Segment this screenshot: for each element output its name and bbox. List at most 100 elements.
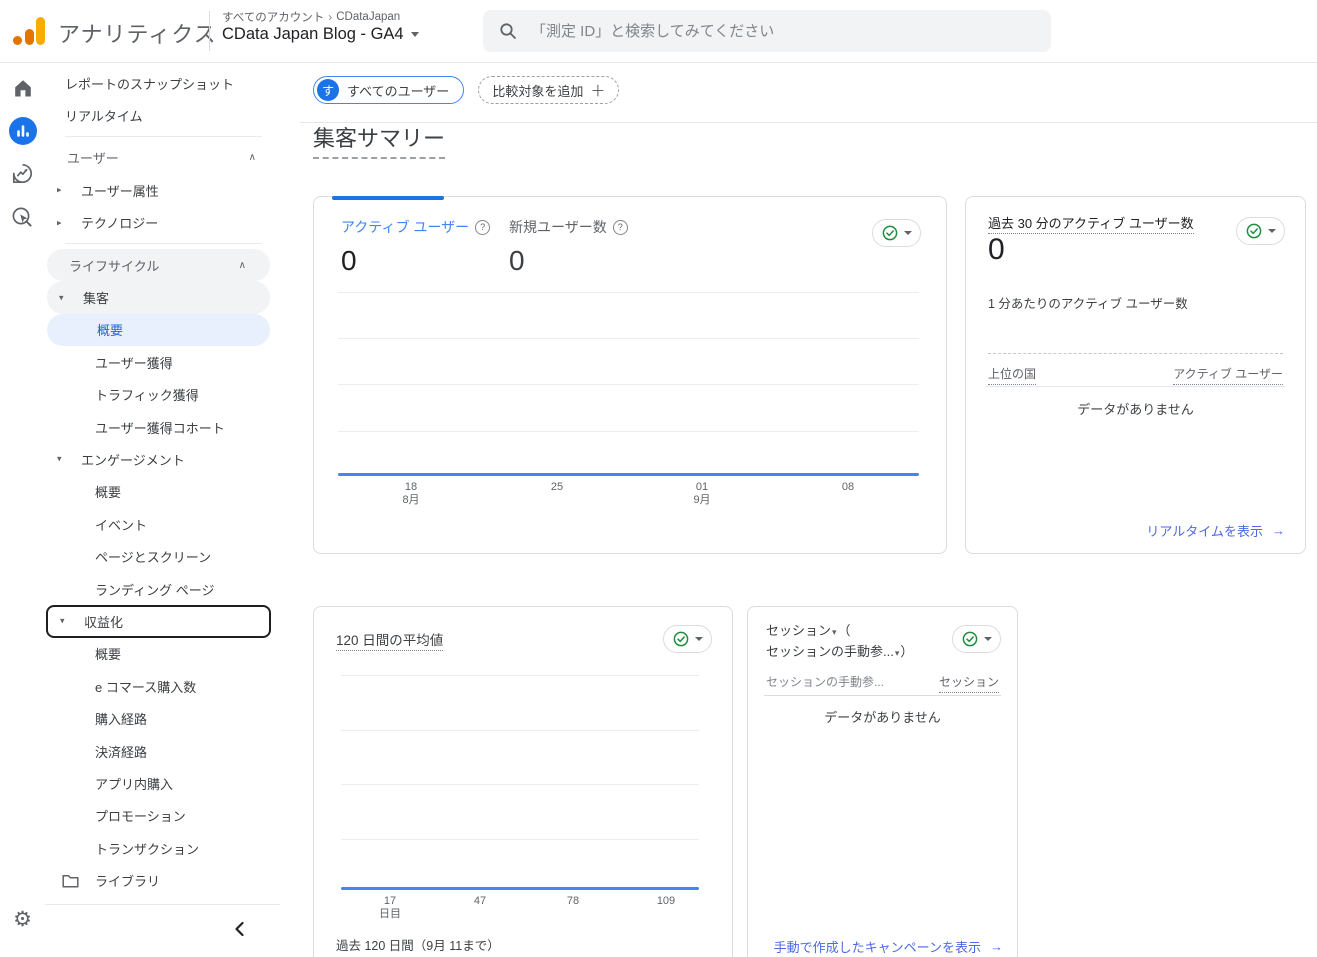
sidebar-item-monetization-overview[interactable]: 概要	[45, 638, 280, 670]
x-axis-tick: 08	[830, 481, 866, 494]
analytics-logo-icon[interactable]	[12, 14, 48, 48]
app-title: アナリティクス	[58, 17, 217, 49]
expand-down-icon[interactable]: ▾	[60, 616, 65, 627]
explore-icon[interactable]	[0, 162, 45, 185]
sidebar-item-acquisition-overview-selected[interactable]: 概要	[47, 314, 270, 346]
main-content: す すべてのユーザー 比較対象を追加 ＋ 集客サマリー アクティブ ユーザー ?…	[280, 62, 1317, 957]
sessions-card-title[interactable]: セッション▾（ セッションの手動参...▾）	[766, 621, 913, 663]
advertising-icon[interactable]	[0, 206, 45, 229]
metric-new-users[interactable]: 新規ユーザー数 ? 0	[509, 217, 628, 277]
sidebar-section-user[interactable]: ユーザー ∧	[45, 142, 280, 174]
property-name: CData Japan Blog - GA4	[222, 25, 404, 44]
help-icon[interactable]: ?	[613, 220, 628, 235]
zero-value-line	[338, 473, 919, 476]
breadcrumb-all-accounts[interactable]: すべてのアカウント	[222, 9, 324, 25]
chevron-down-icon[interactable]: ▾	[832, 627, 837, 637]
sidebar-item-engagement[interactable]: ▾ エンゲージメント	[45, 443, 280, 475]
sidebar-item-traffic-acquisition[interactable]: トラフィック獲得	[45, 379, 280, 411]
metric-active-users[interactable]: アクティブ ユーザー ? 0	[341, 217, 490, 277]
expand-down-icon[interactable]: ▾	[57, 454, 62, 465]
check-circle-icon	[882, 225, 898, 241]
folder-icon	[62, 873, 79, 888]
collapse-left-icon[interactable]	[228, 917, 252, 941]
table-divider	[986, 386, 1285, 387]
sidebar-item-transactions[interactable]: トランザクション	[45, 832, 280, 864]
chart-gridline	[341, 675, 699, 676]
realtime-value: 0	[988, 233, 1005, 267]
sparkbar-baseline	[988, 353, 1283, 354]
sidebar-item-pages-screens[interactable]: ページとスクリーン	[45, 540, 280, 572]
chart-gridline	[341, 839, 699, 840]
add-comparison-chip[interactable]: 比較対象を追加 ＋	[478, 76, 619, 104]
chevron-down-icon	[1268, 229, 1276, 233]
expand-right-icon[interactable]: ▸	[57, 185, 62, 196]
sidebar-item-landing-pages[interactable]: ランディング ページ	[45, 573, 280, 605]
chevron-down-icon	[411, 32, 419, 37]
sidebar-item-library[interactable]: ライブラリ	[45, 864, 280, 896]
data-quality-dropdown[interactable]	[872, 219, 921, 247]
chart-gridline	[338, 384, 919, 385]
table-divider	[764, 695, 1001, 696]
sidebar-item-monetization-focused[interactable]: ▾ 収益化	[46, 605, 271, 637]
chevron-up-icon[interactable]: ∧	[249, 152, 256, 163]
sidebar-item-user-acquisition[interactable]: ユーザー獲得	[45, 346, 280, 378]
breadcrumb-account[interactable]: CDataJapan	[336, 11, 400, 23]
zero-value-line	[341, 887, 699, 890]
sidebar-item-user-attributes[interactable]: ▸ ユーザー属性	[45, 174, 280, 206]
check-circle-icon	[1246, 223, 1262, 239]
active-users-header[interactable]: アクティブ ユーザー	[1173, 365, 1283, 385]
chart-gridline	[338, 338, 919, 339]
sidebar-item-purchase-journey[interactable]: 購入経路	[45, 702, 280, 734]
sidebar-item-user-acquisition-cohorts[interactable]: ユーザー獲得コホート	[45, 411, 280, 443]
plus-icon: ＋	[590, 80, 605, 101]
sidebar-item-engagement-overview[interactable]: 概要	[45, 476, 280, 508]
data-quality-dropdown[interactable]	[663, 625, 712, 653]
sidebar-item-checkout-journey[interactable]: 決済経路	[45, 735, 280, 767]
view-manual-campaigns-link[interactable]: 手動で作成したキャンペーンを表示 →	[774, 937, 1003, 956]
help-icon[interactable]: ?	[475, 220, 490, 235]
sidebar-item-events[interactable]: イベント	[45, 508, 280, 540]
sidebar-item-acquisition[interactable]: ▾ 集客	[47, 281, 270, 313]
x-axis-tick: 17日目	[372, 895, 408, 921]
top-countries-header[interactable]: 上位の国	[988, 365, 1036, 385]
chevron-right-icon: ›	[328, 10, 332, 24]
sidebar-item-reports-snapshot[interactable]: レポートのスナップショット	[45, 67, 280, 99]
expand-right-icon[interactable]: ▸	[57, 217, 62, 228]
ga4-analytics-app: アナリティクス すべてのアカウント › CDataJapan CData Jap…	[0, 0, 1317, 957]
sidebar-item-technology[interactable]: ▸ テクノロジー	[45, 207, 280, 239]
chevron-down-icon	[695, 637, 703, 641]
search-input[interactable]	[529, 22, 1013, 41]
expand-down-icon[interactable]: ▾	[59, 292, 64, 303]
app-header: アナリティクス すべてのアカウント › CDataJapan CData Jap…	[0, 0, 1317, 63]
sessions-table-header: セッションの手動参... セッション	[766, 673, 999, 693]
sessions-card: セッション▾（ セッションの手動参...▾） セッションの手動参... セッショ…	[747, 606, 1018, 957]
chart-gridline	[341, 784, 699, 785]
sidebar-item-in-app-purchases[interactable]: アプリ内購入	[45, 767, 280, 799]
view-realtime-link[interactable]: リアルタイムを表示 →	[1146, 521, 1285, 540]
admin-gear-icon[interactable]: ⚙	[0, 909, 45, 930]
property-selector[interactable]: CData Japan Blog - GA4	[222, 25, 419, 44]
search-icon	[499, 22, 517, 40]
data-quality-dropdown[interactable]	[1236, 217, 1285, 245]
chevron-up-icon[interactable]: ∧	[239, 260, 246, 271]
search-bar[interactable]	[483, 10, 1051, 52]
date-range-footer: 過去 120 日間（9月 11まで）	[336, 935, 500, 954]
reports-icon-active[interactable]	[0, 117, 45, 145]
sidebar-item-promotions[interactable]: プロモーション	[45, 800, 280, 832]
header-divider	[209, 11, 210, 51]
sidebar-item-realtime[interactable]: リアルタイム	[45, 99, 280, 131]
comparison-chips: す すべてのユーザー 比較対象を追加 ＋	[313, 76, 619, 104]
chevron-down-icon	[984, 637, 992, 641]
sessions-header[interactable]: セッション	[939, 673, 999, 693]
sidebar-item-ecommerce-purchases[interactable]: e コマース購入数	[45, 670, 280, 702]
data-quality-dropdown[interactable]	[952, 625, 1001, 653]
average-120days-card: 120 日間の平均値 17日目 47 78 109 過去 120	[313, 606, 733, 957]
chevron-down-icon[interactable]: ▾	[895, 648, 900, 658]
bar-chart-icon	[16, 124, 30, 138]
home-icon[interactable]	[0, 77, 45, 99]
all-users-chip[interactable]: す すべてのユーザー	[313, 76, 464, 104]
metric-new-users-value: 0	[509, 245, 628, 277]
realtime-title: 過去 30 分のアクティブ ユーザー数	[988, 213, 1194, 232]
x-axis-tick: 25	[539, 481, 575, 494]
sidebar-section-lifecycle[interactable]: ライフサイクル ∧	[47, 249, 270, 281]
